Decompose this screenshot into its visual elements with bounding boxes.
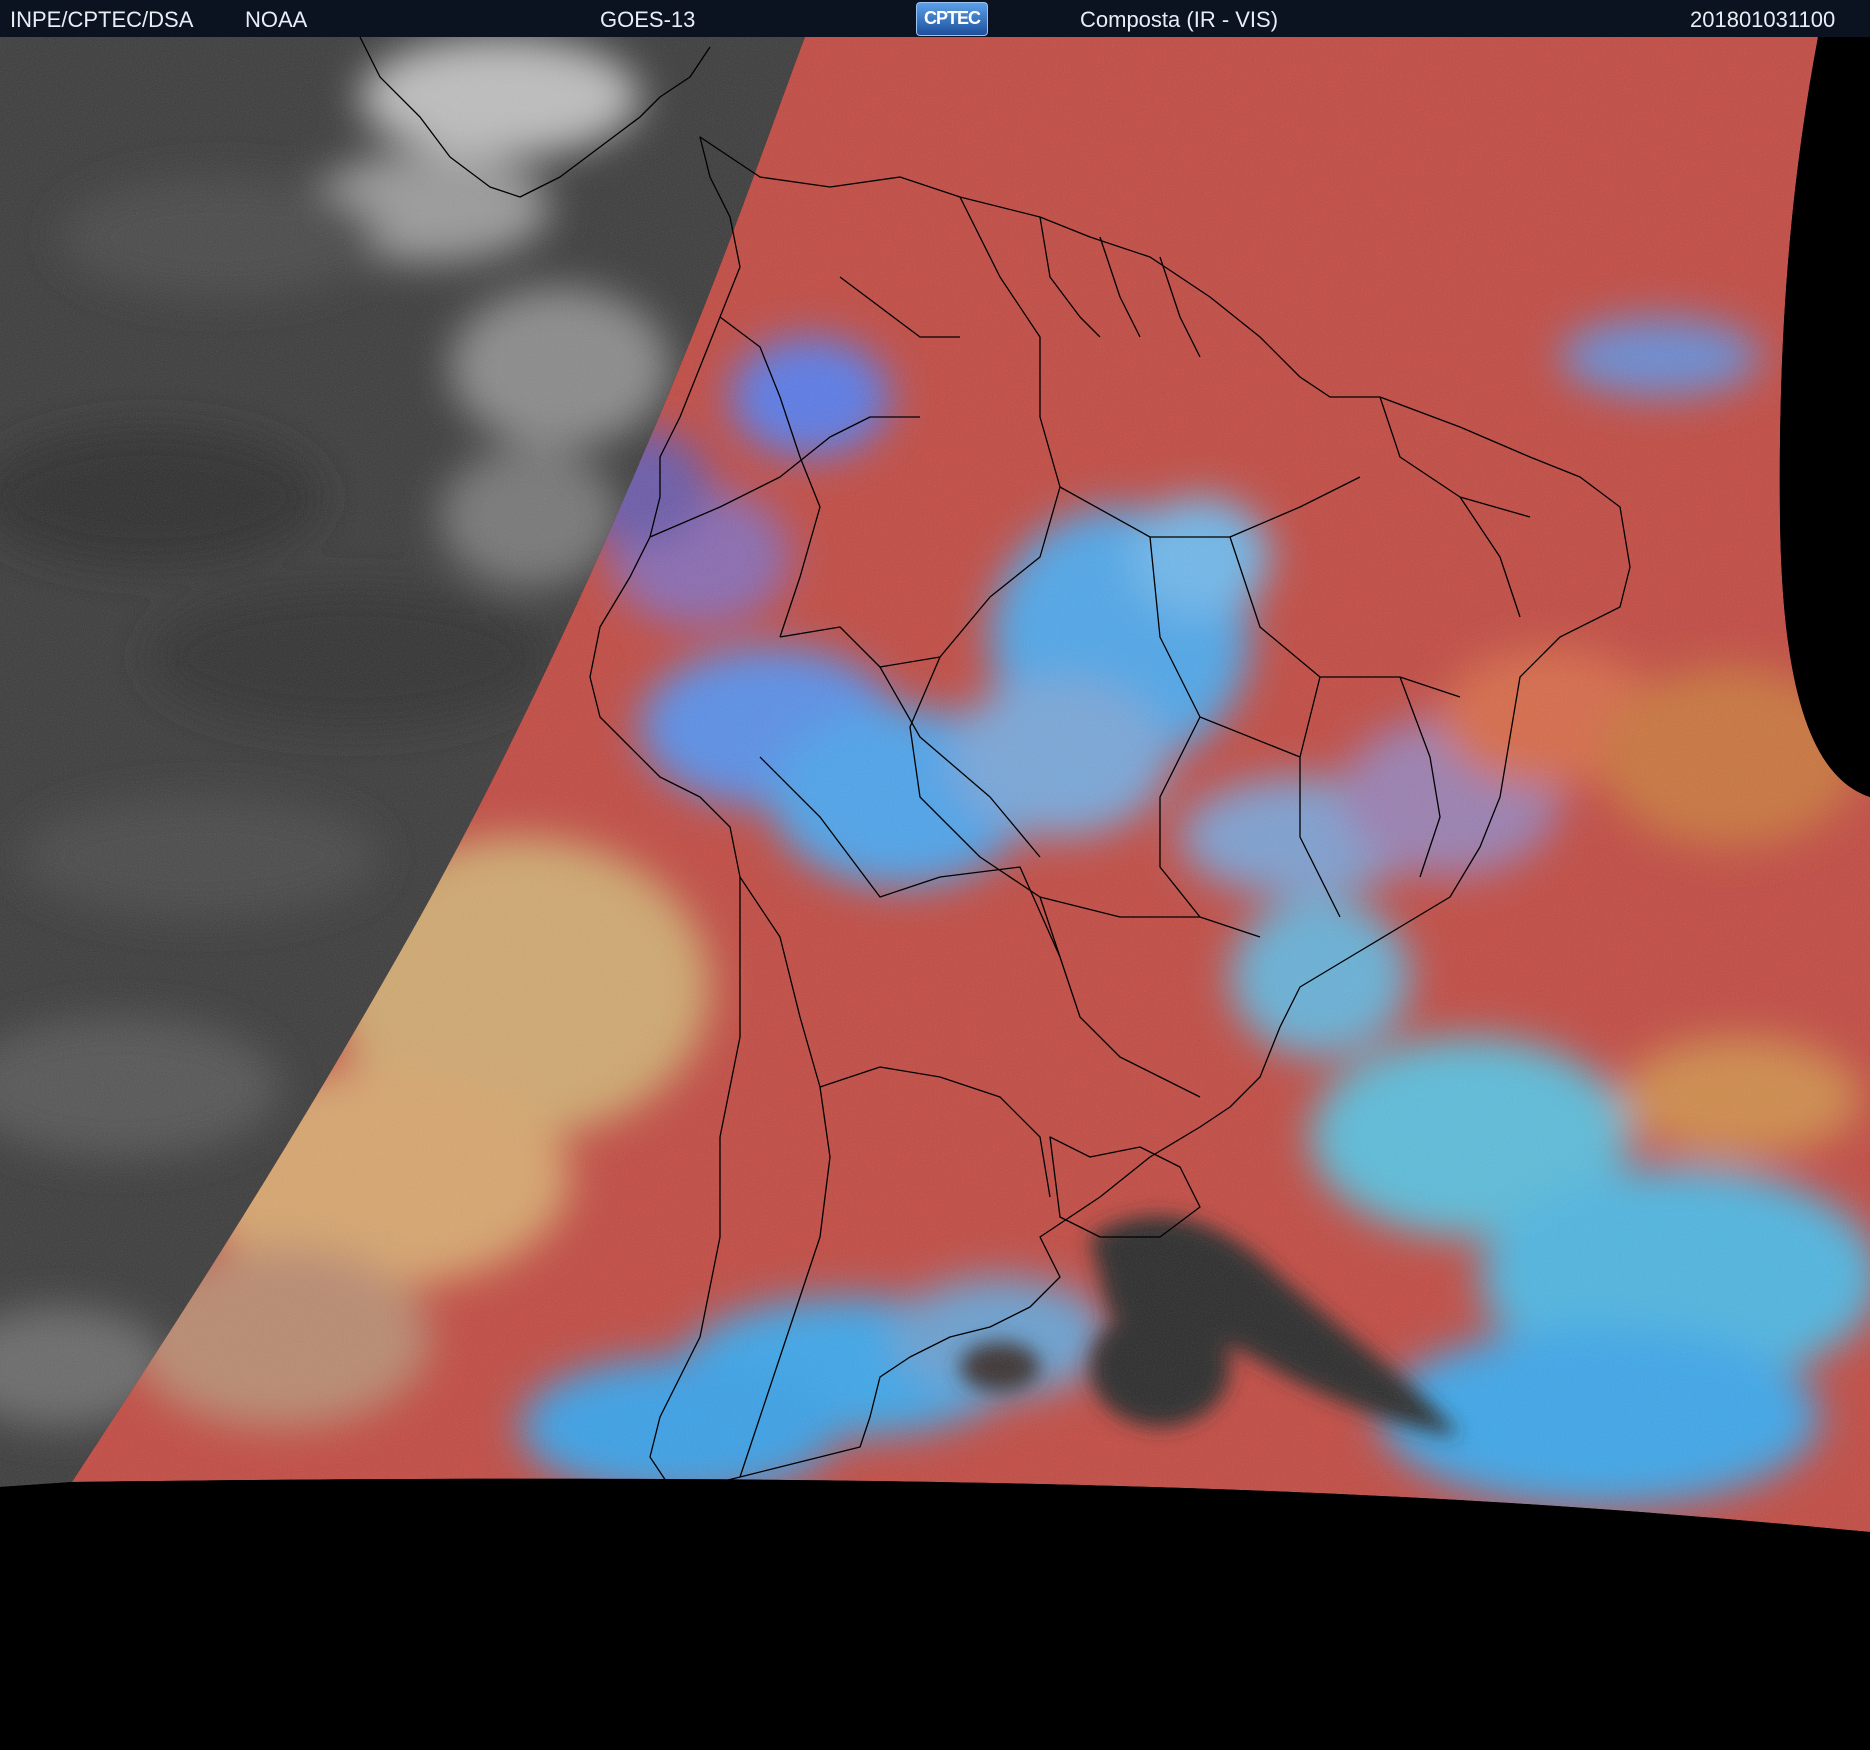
- product-label: Composta (IR - VIS): [1080, 7, 1279, 32]
- header-bar: INPE/CPTEC/DSA NOAA GOES-13 CPTEC Compos…: [0, 0, 1870, 37]
- cptec-logo: CPTEC: [916, 2, 988, 36]
- institution-label: INPE/CPTEC/DSA: [10, 7, 194, 32]
- agency-label: NOAA: [245, 7, 308, 32]
- satellite-image: [0, 37, 1870, 1750]
- space-bottom: [0, 1478, 1870, 1750]
- timestamp-label: 201801031100: [1690, 7, 1836, 32]
- satellite-label: GOES-13: [600, 7, 696, 32]
